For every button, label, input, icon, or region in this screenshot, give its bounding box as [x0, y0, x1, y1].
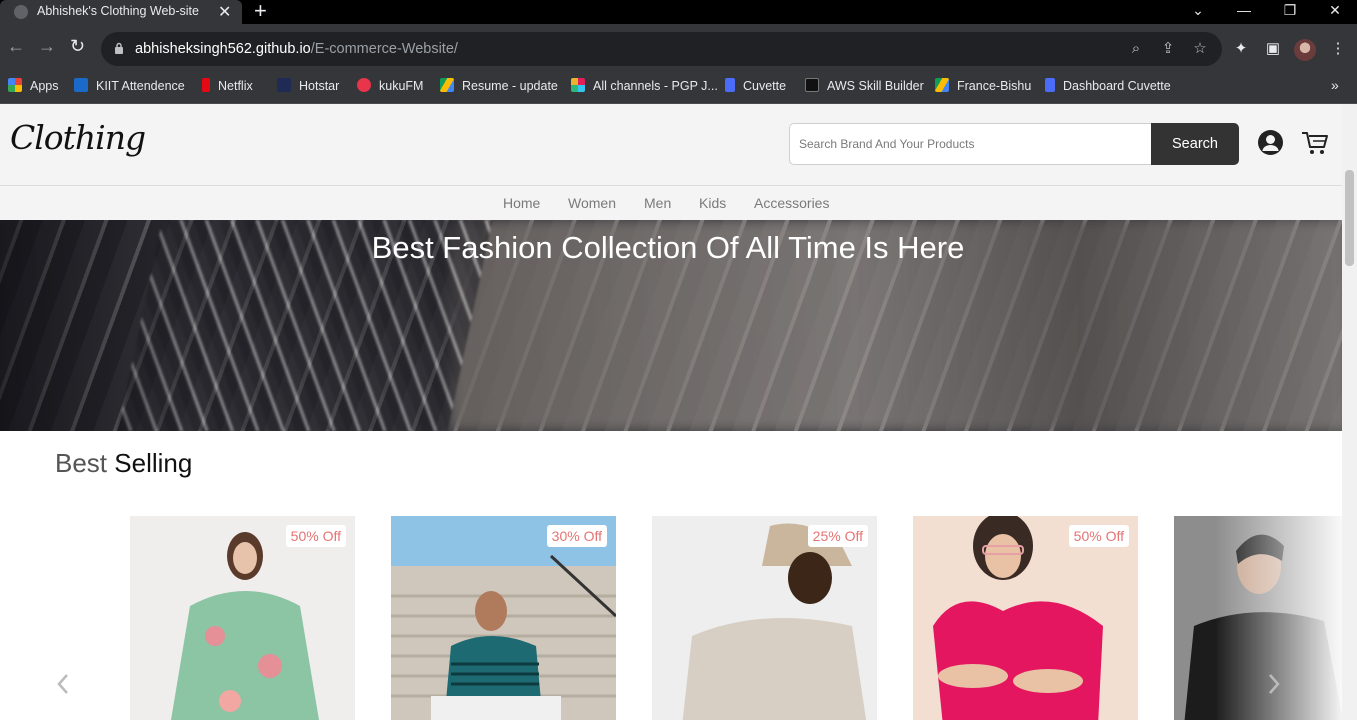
carousel-prev-icon[interactable]: [55, 672, 71, 696]
reload-icon[interactable]: ↻: [70, 36, 85, 57]
url-text: abhisheksingh562.github.io/E-commerce-We…: [135, 41, 458, 57]
window-close-icon[interactable]: ✕: [1313, 0, 1357, 24]
site-header: Clothing Search: [0, 104, 1342, 186]
hotstar-icon: [277, 78, 291, 92]
discount-badge: 50% Off: [1068, 525, 1129, 547]
discount-badge: 25% Off: [807, 525, 868, 547]
discount-badge: 30% Off: [546, 525, 607, 547]
website: Clothing Search Home Women Men Kids Acce…: [0, 104, 1342, 720]
cuvette-icon: [1045, 78, 1055, 92]
zoom-icon[interactable]: ⌕: [1127, 40, 1145, 58]
minimize-icon[interactable]: —: [1222, 0, 1266, 24]
bookmark-kukufm[interactable]: kukuFM: [357, 78, 423, 93]
apps-grid-icon: [8, 78, 22, 92]
new-tab-icon[interactable]: +: [254, 0, 267, 24]
cuvette-icon: [725, 78, 735, 92]
bookmark-star-icon[interactable]: ☆: [1191, 40, 1209, 58]
browser-tab-bar: Abhishek's Clothing Web-site ✕ + ⌄ — ❐ ✕: [0, 0, 1357, 24]
bookmarks-bar: Apps KIIT Attendence Netflix Hotstar kuk…: [0, 72, 1357, 104]
extensions-icon[interactable]: ✦: [1232, 40, 1250, 58]
nav-women[interactable]: Women: [568, 195, 616, 211]
bookmark-resume[interactable]: Resume - update: [440, 78, 558, 93]
bookmark-apps[interactable]: Apps: [8, 78, 59, 93]
bookmark-netflix[interactable]: Netflix: [202, 78, 253, 93]
scrollbar-thumb[interactable]: [1345, 170, 1354, 266]
google-drive-icon: [935, 78, 949, 92]
product-card[interactable]: 50% Off: [913, 516, 1138, 720]
close-tab-icon[interactable]: ✕: [218, 2, 231, 22]
share-icon[interactable]: ⇪: [1159, 40, 1177, 58]
address-bar[interactable]: abhisheksingh562.github.io/E-commerce-We…: [101, 32, 1222, 66]
user-account-icon[interactable]: [1257, 129, 1284, 156]
netflix-icon: [202, 78, 210, 92]
page-scrollbar[interactable]: [1342, 104, 1357, 720]
main-nav: Home Women Men Kids Accessories: [0, 186, 1342, 220]
search-input[interactable]: [789, 123, 1152, 165]
kukufm-icon: [357, 78, 371, 92]
restore-icon[interactable]: ❐: [1268, 0, 1312, 24]
nav-home[interactable]: Home: [503, 195, 540, 211]
search-button[interactable]: Search: [1151, 123, 1239, 165]
tab-search-icon[interactable]: ⌄: [1176, 0, 1220, 24]
bookmark-cuvette[interactable]: Cuvette: [725, 78, 786, 93]
profile-avatar[interactable]: [1294, 39, 1316, 61]
lock-icon: [115, 42, 123, 54]
hero-title: Best Fashion Collection Of All Time Is H…: [371, 230, 965, 265]
nav-men[interactable]: Men: [644, 195, 671, 211]
product-card[interactable]: 25% Off: [652, 516, 877, 720]
bookmark-hotstar[interactable]: Hotstar: [277, 78, 339, 93]
aws-icon: [805, 78, 819, 92]
forward-icon[interactable]: →: [38, 36, 56, 57]
sap-icon: [74, 78, 88, 92]
discount-badge: 50% Off: [285, 525, 346, 547]
bookmark-dashboard[interactable]: Dashboard Cuvette: [1045, 78, 1171, 93]
tab-title: Abhishek's Clothing Web-site: [37, 4, 199, 18]
product-card[interactable]: 50% Off: [130, 516, 355, 720]
bookmarks-overflow-icon[interactable]: »: [1331, 78, 1339, 92]
browser-toolbar: ← → ↻ abhisheksingh562.github.io/E-comme…: [0, 24, 1357, 72]
menu-icon[interactable]: ⋮: [1329, 40, 1347, 58]
carousel-next-icon[interactable]: [1266, 672, 1282, 696]
site-logo[interactable]: Clothing: [10, 118, 146, 157]
bookmark-aws[interactable]: AWS Skill Builder: [805, 78, 924, 93]
nav-accessories[interactable]: Accessories: [754, 195, 829, 211]
side-panel-icon[interactable]: ▣: [1264, 40, 1282, 58]
browser-tab[interactable]: Abhishek's Clothing Web-site ✕: [0, 0, 242, 24]
globe-icon: [14, 5, 28, 19]
bookmark-france[interactable]: France-Bishu: [935, 78, 1031, 93]
bookmark-slack[interactable]: All channels - PGP J...: [571, 78, 718, 93]
back-icon[interactable]: ←: [7, 36, 25, 57]
bookmark-kiit[interactable]: KIIT Attendence: [74, 78, 185, 93]
product-card[interactable]: 30% Off: [391, 516, 616, 720]
cart-icon[interactable]: [1301, 130, 1329, 156]
google-drive-icon: [440, 78, 454, 92]
nav-kids[interactable]: Kids: [699, 195, 726, 211]
section-title: Best Selling: [55, 448, 193, 478]
slack-icon: [571, 78, 585, 92]
hero-banner: Best Fashion Collection Of All Time Is H…: [0, 220, 1342, 431]
